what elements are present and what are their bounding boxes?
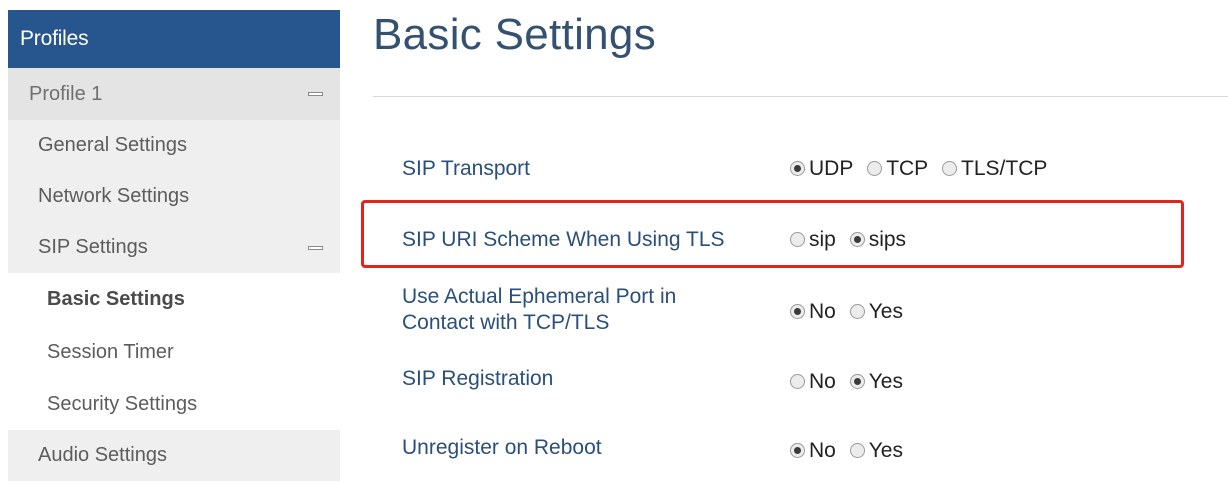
- radio-label: No: [809, 300, 836, 323]
- collapse-icon[interactable]: [308, 92, 323, 96]
- sidebar-item-audio-settings[interactable]: Audio Settings: [8, 430, 340, 481]
- sidebar-item-profile-1[interactable]: Profile 1: [8, 68, 340, 120]
- sidebar-subitem-basic-settings[interactable]: Basic Settings: [8, 273, 340, 326]
- sidebar-item-label: Audio Settings: [38, 444, 167, 466]
- sidebar-item-label: Network Settings: [38, 185, 190, 207]
- radio-yes[interactable]: [849, 374, 865, 389]
- sidebar-item-label: Profile 1: [29, 83, 103, 105]
- setting-label-line: Contact with TCP/TLS: [402, 311, 610, 334]
- radio-tls-tcp[interactable]: [942, 161, 958, 176]
- setting-label: SIP Registration: [402, 367, 554, 390]
- radio-group-ephemeral-port: No Yes: [790, 299, 911, 325]
- sidebar-subitem-security-settings[interactable]: Security Settings: [8, 379, 340, 430]
- page-title: Basic Settings: [373, 10, 657, 59]
- radio-label: Yes: [868, 439, 903, 462]
- radio-tcp[interactable]: [867, 161, 883, 176]
- setting-label: Use Actual Ephemeral Port in Contact wit…: [402, 284, 762, 336]
- sidebar-item-sip-settings[interactable]: SIP Settings: [8, 222, 340, 273]
- sidebar-item-label: Session Timer: [47, 341, 174, 363]
- radio-group-sip-registration: No Yes: [790, 369, 911, 395]
- setting-label-line: Use Actual Ephemeral Port in: [402, 285, 677, 308]
- radio-yes[interactable]: [849, 443, 865, 458]
- sidebar-item-general-settings[interactable]: General Settings: [8, 120, 340, 171]
- sidebar-item-label: Security Settings: [47, 393, 198, 415]
- radio-no[interactable]: [790, 374, 805, 389]
- radio-no[interactable]: [790, 304, 805, 319]
- radio-label: Yes: [868, 370, 903, 393]
- setting-label: SIP Transport: [402, 157, 531, 180]
- radio-no[interactable]: [790, 443, 805, 458]
- sidebar-item-label: Basic Settings: [47, 288, 185, 310]
- radio-yes[interactable]: [849, 304, 865, 319]
- radio-udp[interactable]: [790, 161, 805, 176]
- setting-label: Unregister on Reboot: [402, 436, 602, 459]
- sidebar-subitem-session-timer[interactable]: Session Timer: [8, 326, 340, 379]
- sidebar-header-profiles[interactable]: Profiles: [8, 10, 340, 68]
- sidebar-item-label: SIP Settings: [38, 236, 148, 258]
- radio-label: UDP: [809, 157, 854, 180]
- collapse-icon[interactable]: [308, 245, 323, 250]
- sidebar-item-network-settings[interactable]: Network Settings: [8, 171, 340, 222]
- radio-label: TCP: [886, 157, 929, 180]
- radio-label: No: [809, 370, 836, 393]
- sidebar-item-label: General Settings: [38, 134, 187, 156]
- sidebar: Profiles Profile 1 General Settings Netw…: [8, 10, 340, 485]
- highlight-annotation-box: [361, 200, 1184, 268]
- radio-group-unregister-on-reboot: No Yes: [790, 438, 911, 464]
- divider: [373, 96, 1228, 97]
- radio-label: Yes: [868, 300, 903, 323]
- radio-label: No: [809, 439, 836, 462]
- radio-group-sip-transport: UDP TCP TLS/TCP: [790, 156, 1055, 182]
- radio-label: TLS/TCP: [961, 157, 1048, 180]
